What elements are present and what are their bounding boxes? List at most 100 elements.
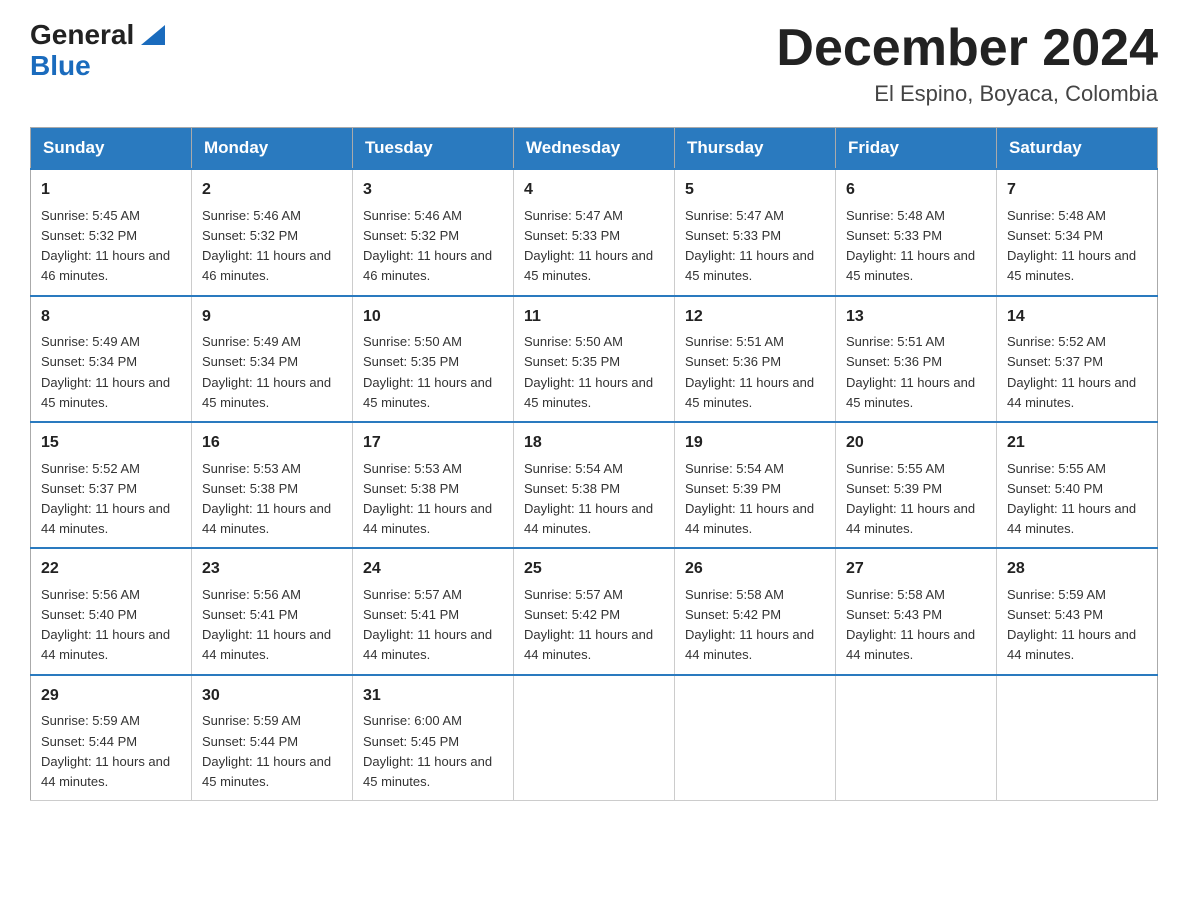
day-number: 2 xyxy=(202,178,342,203)
calendar-cell: 30Sunrise: 5:59 AMSunset: 5:44 PMDayligh… xyxy=(192,675,353,801)
day-info: Sunrise: 5:52 AMSunset: 5:37 PMDaylight:… xyxy=(41,459,181,540)
day-info: Sunrise: 6:00 AMSunset: 5:45 PMDaylight:… xyxy=(363,711,503,792)
logo: General Blue xyxy=(30,20,169,82)
day-number: 27 xyxy=(846,557,986,582)
day-number: 23 xyxy=(202,557,342,582)
day-number: 29 xyxy=(41,684,181,709)
calendar-cell xyxy=(997,675,1158,801)
calendar-cell: 4Sunrise: 5:47 AMSunset: 5:33 PMDaylight… xyxy=(514,169,675,295)
calendar-cell: 25 Sunrise: 5:57 AMSunset: 5:42 PMDayligh… xyxy=(514,548,675,674)
day-info: Sunrise: 5:50 AMSunset: 5:35 PMDaylight:… xyxy=(524,332,664,413)
day-number: 8 xyxy=(41,305,181,330)
day-info: Sunrise: 5:55 AMSunset: 5:40 PMDaylight:… xyxy=(1007,459,1147,540)
calendar-cell: 27 Sunrise: 5:58 AMSunset: 5:43 PMDayligh… xyxy=(836,548,997,674)
day-info: Sunrise: 5:45 AMSunset: 5:32 PMDaylight:… xyxy=(41,206,181,287)
day-number: 25 xyxy=(524,557,664,582)
day-number: 6 xyxy=(846,178,986,203)
day-info: Sunrise: 5:59 AMSunset: 5:44 PMDaylight:… xyxy=(202,711,342,792)
week-row-5: 29Sunrise: 5:59 AMSunset: 5:44 PMDayligh… xyxy=(31,675,1158,801)
month-year-title: December 2024 xyxy=(776,20,1158,77)
day-info: Sunrise: 5:49 AMSunset: 5:34 PMDaylight:… xyxy=(41,332,181,413)
logo-text-general: General xyxy=(30,20,134,51)
title-area: December 2024 El Espino, Boyaca, Colombi… xyxy=(776,20,1158,107)
calendar-cell: 9Sunrise: 5:49 AMSunset: 5:34 PMDaylight… xyxy=(192,296,353,422)
calendar-cell: 29Sunrise: 5:59 AMSunset: 5:44 PMDayligh… xyxy=(31,675,192,801)
column-header-monday: Monday xyxy=(192,128,353,170)
day-info: Sunrise: 5:52 AMSunset: 5:37 PMDaylight:… xyxy=(1007,332,1147,413)
day-info: Sunrise: 5:58 AMSunset: 5:42 PMDaylight:… xyxy=(685,585,825,666)
day-number: 9 xyxy=(202,305,342,330)
calendar-cell: 11Sunrise: 5:50 AMSunset: 5:35 PMDayligh… xyxy=(514,296,675,422)
calendar-header-row: SundayMondayTuesdayWednesdayThursdayFrid… xyxy=(31,128,1158,170)
calendar-cell: 22Sunrise: 5:56 AMSunset: 5:40 PMDayligh… xyxy=(31,548,192,674)
day-info: Sunrise: 5:54 AMSunset: 5:39 PMDaylight:… xyxy=(685,459,825,540)
day-info: Sunrise: 5:57 AMSunset: 5:42 PMDaylight:… xyxy=(524,585,664,666)
calendar-cell xyxy=(675,675,836,801)
logo-icon xyxy=(137,17,169,49)
day-info: Sunrise: 5:53 AMSunset: 5:38 PMDaylight:… xyxy=(202,459,342,540)
calendar-cell: 19 Sunrise: 5:54 AMSunset: 5:39 PMDayligh… xyxy=(675,422,836,548)
day-info: Sunrise: 5:57 AMSunset: 5:41 PMDaylight:… xyxy=(363,585,503,666)
day-number: 10 xyxy=(363,305,503,330)
column-header-tuesday: Tuesday xyxy=(353,128,514,170)
calendar-cell: 16 Sunrise: 5:53 AMSunset: 5:38 PMDayligh… xyxy=(192,422,353,548)
day-info: Sunrise: 5:47 AMSunset: 5:33 PMDaylight:… xyxy=(524,206,664,287)
calendar-cell: 12Sunrise: 5:51 AMSunset: 5:36 PMDayligh… xyxy=(675,296,836,422)
day-info: Sunrise: 5:49 AMSunset: 5:34 PMDaylight:… xyxy=(202,332,342,413)
calendar-cell: 13Sunrise: 5:51 AMSunset: 5:36 PMDayligh… xyxy=(836,296,997,422)
calendar-cell: 2 Sunrise: 5:46 AMSunset: 5:32 PMDaylight… xyxy=(192,169,353,295)
day-info: Sunrise: 5:54 AMSunset: 5:38 PMDaylight:… xyxy=(524,459,664,540)
day-number: 17 xyxy=(363,431,503,456)
column-header-wednesday: Wednesday xyxy=(514,128,675,170)
logo-text-blue: Blue xyxy=(30,51,91,82)
calendar-cell: 14Sunrise: 5:52 AMSunset: 5:37 PMDayligh… xyxy=(997,296,1158,422)
day-number: 16 xyxy=(202,431,342,456)
calendar-cell xyxy=(836,675,997,801)
calendar-cell: 28 Sunrise: 5:59 AMSunset: 5:43 PMDayligh… xyxy=(997,548,1158,674)
calendar-cell: 10Sunrise: 5:50 AMSunset: 5:35 PMDayligh… xyxy=(353,296,514,422)
page-header: General Blue December 2024 El Espino, Bo… xyxy=(30,20,1158,107)
week-row-4: 22Sunrise: 5:56 AMSunset: 5:40 PMDayligh… xyxy=(31,548,1158,674)
day-info: Sunrise: 5:59 AMSunset: 5:43 PMDaylight:… xyxy=(1007,585,1147,666)
calendar-cell: 17Sunrise: 5:53 AMSunset: 5:38 PMDayligh… xyxy=(353,422,514,548)
day-info: Sunrise: 5:55 AMSunset: 5:39 PMDaylight:… xyxy=(846,459,986,540)
calendar-cell xyxy=(514,675,675,801)
day-number: 28 xyxy=(1007,557,1147,582)
day-number: 3 xyxy=(363,178,503,203)
day-info: Sunrise: 5:51 AMSunset: 5:36 PMDaylight:… xyxy=(846,332,986,413)
day-number: 12 xyxy=(685,305,825,330)
day-info: Sunrise: 5:46 AMSunset: 5:32 PMDaylight:… xyxy=(202,206,342,287)
calendar-cell: 20 Sunrise: 5:55 AMSunset: 5:39 PMDayligh… xyxy=(836,422,997,548)
calendar-cell: 15 Sunrise: 5:52 AMSunset: 5:37 PMDayligh… xyxy=(31,422,192,548)
calendar-table: SundayMondayTuesdayWednesdayThursdayFrid… xyxy=(30,127,1158,801)
day-number: 7 xyxy=(1007,178,1147,203)
calendar-cell: 21 Sunrise: 5:55 AMSunset: 5:40 PMDayligh… xyxy=(997,422,1158,548)
day-number: 1 xyxy=(41,178,181,203)
day-info: Sunrise: 5:58 AMSunset: 5:43 PMDaylight:… xyxy=(846,585,986,666)
calendar-cell: 23 Sunrise: 5:56 AMSunset: 5:41 PMDayligh… xyxy=(192,548,353,674)
day-number: 21 xyxy=(1007,431,1147,456)
calendar-cell: 7Sunrise: 5:48 AMSunset: 5:34 PMDaylight… xyxy=(997,169,1158,295)
day-info: Sunrise: 5:48 AMSunset: 5:33 PMDaylight:… xyxy=(846,206,986,287)
day-info: Sunrise: 5:56 AMSunset: 5:41 PMDaylight:… xyxy=(202,585,342,666)
day-number: 15 xyxy=(41,431,181,456)
column-header-sunday: Sunday xyxy=(31,128,192,170)
day-number: 19 xyxy=(685,431,825,456)
day-number: 20 xyxy=(846,431,986,456)
calendar-cell: 5Sunrise: 5:47 AMSunset: 5:33 PMDaylight… xyxy=(675,169,836,295)
day-number: 11 xyxy=(524,305,664,330)
day-number: 24 xyxy=(363,557,503,582)
week-row-1: 1 Sunrise: 5:45 AMSunset: 5:32 PMDaylight… xyxy=(31,169,1158,295)
day-number: 31 xyxy=(363,684,503,709)
calendar-cell: 3 Sunrise: 5:46 AMSunset: 5:32 PMDaylight… xyxy=(353,169,514,295)
day-info: Sunrise: 5:46 AMSunset: 5:32 PMDaylight:… xyxy=(363,206,503,287)
calendar-cell: 31Sunrise: 6:00 AMSunset: 5:45 PMDayligh… xyxy=(353,675,514,801)
day-info: Sunrise: 5:59 AMSunset: 5:44 PMDaylight:… xyxy=(41,711,181,792)
day-number: 26 xyxy=(685,557,825,582)
column-header-saturday: Saturday xyxy=(997,128,1158,170)
calendar-cell: 24 Sunrise: 5:57 AMSunset: 5:41 PMDayligh… xyxy=(353,548,514,674)
calendar-cell: 26 Sunrise: 5:58 AMSunset: 5:42 PMDayligh… xyxy=(675,548,836,674)
column-header-thursday: Thursday xyxy=(675,128,836,170)
calendar-cell: 1 Sunrise: 5:45 AMSunset: 5:32 PMDaylight… xyxy=(31,169,192,295)
day-number: 22 xyxy=(41,557,181,582)
